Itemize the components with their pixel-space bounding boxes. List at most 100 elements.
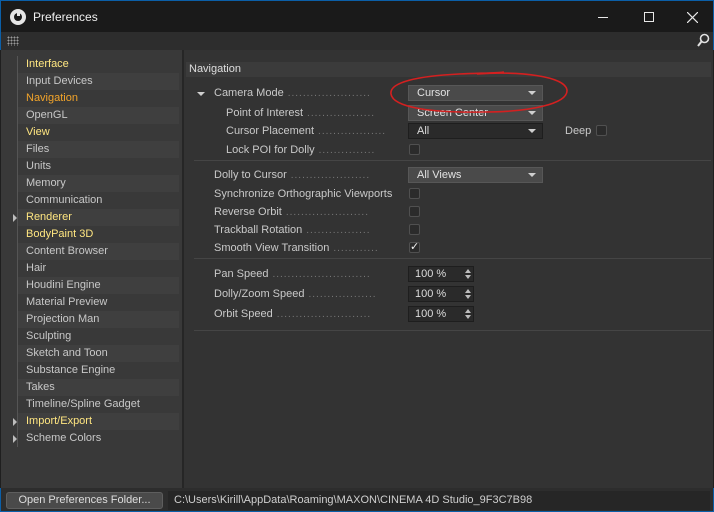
search-icon[interactable]	[697, 33, 710, 48]
sidebar-item-memory[interactable]: Memory	[17, 175, 179, 192]
sync-ortho-checkbox[interactable]	[409, 188, 420, 199]
dolly-speed-field[interactable]: 100 %	[408, 286, 474, 302]
sidebar-item-label: Timeline/Spline Gadget	[26, 398, 140, 410]
close-button[interactable]	[669, 1, 714, 33]
sidebar-item-communication[interactable]: Communication	[17, 192, 179, 209]
sidebar-item-label: Import/Export	[26, 415, 93, 427]
sidebar-item-sculpting[interactable]: Sculpting	[17, 328, 179, 345]
open-preferences-folder-button[interactable]: Open Preferences Folder...	[6, 492, 163, 509]
sidebar-item-interface[interactable]: Interface	[17, 56, 179, 73]
smooth-view-row: Smooth View Transition ............	[214, 242, 379, 254]
sidebar-item-label: Takes	[26, 381, 55, 393]
cursor-placement-dropdown[interactable]: All	[408, 123, 543, 139]
chevron-down-icon	[528, 129, 536, 133]
dolly-speed-row: Dolly/Zoom Speed ..................	[214, 288, 377, 300]
sidebar-item-label: Scheme Colors	[26, 432, 102, 444]
sidebar-item-bodypaint-3d[interactable]: BodyPaint 3D	[17, 226, 179, 243]
sidebar-item-label: Hair	[26, 262, 47, 274]
sidebar-item-label: Renderer	[26, 211, 72, 223]
expand-arrow-icon[interactable]	[13, 214, 17, 222]
sidebar-item-input-devices[interactable]: Input Devices	[17, 73, 179, 90]
group-divider	[194, 330, 711, 331]
sidebar-item-label: Houdini Engine	[26, 279, 101, 291]
sidebar: Interface Input Devices Navigation OpenGL Vi…	[1, 50, 182, 488]
sidebar-item-content-browser[interactable]: Content Browser	[17, 243, 179, 260]
grip-icon[interactable]	[7, 36, 19, 46]
deep-checkbox[interactable]	[596, 125, 607, 136]
sidebar-item-projection-man[interactable]: Projection Man	[17, 311, 179, 328]
sidebar-item-takes[interactable]: Takes	[17, 379, 179, 396]
expand-arrow-icon[interactable]	[13, 435, 17, 443]
checkmark-icon: ✓	[410, 241, 420, 253]
sidebar-item-label: Projection Man	[26, 313, 100, 325]
point-of-interest-dropdown[interactable]: Screen Center	[408, 105, 543, 121]
sidebar-item-material-preview[interactable]: Material Preview	[17, 294, 179, 311]
camera-mode-row: Camera Mode ......................	[214, 87, 371, 99]
cursor-placement-row: Cursor Placement ..................	[226, 125, 387, 137]
maximize-button[interactable]	[626, 1, 672, 33]
window-title: Preferences	[33, 9, 98, 24]
sidebar-item-units[interactable]: Units	[17, 158, 179, 175]
sidebar-item-substance-engine[interactable]: Substance Engine	[17, 362, 179, 379]
dolly-to-cursor-row: Dolly to Cursor .....................	[214, 169, 371, 181]
main-panel: Navigation Camera Mode .................…	[184, 50, 713, 488]
pan-speed-field[interactable]: 100 %	[408, 266, 474, 282]
orbit-speed-row: Orbit Speed .........................	[214, 308, 372, 320]
dolly-to-cursor-dropdown[interactable]: All Views	[408, 167, 543, 183]
panel-title: Navigation	[186, 62, 711, 77]
lock-poi-row: Lock POI for Dolly ...............	[226, 144, 376, 156]
chevron-down-icon	[528, 111, 536, 115]
sidebar-item-label: Communication	[26, 194, 103, 206]
sidebar-item-label: Material Preview	[26, 296, 108, 308]
sidebar-item-label: Units	[26, 160, 52, 172]
minimize-button[interactable]	[580, 1, 626, 33]
sidebar-item-label: Sculpting	[26, 330, 72, 342]
sidebar-item-label: OpenGL	[26, 109, 68, 121]
sync-ortho-row: Synchronize Orthographic Viewports	[214, 188, 393, 200]
sidebar-item-opengl[interactable]: OpenGL	[17, 107, 179, 124]
orbit-speed-field[interactable]: 100 %	[408, 306, 474, 322]
deep-label: Deep	[565, 125, 592, 137]
cinema4d-logo-icon	[10, 8, 26, 25]
sidebar-item-houdini-engine[interactable]: Houdini Engine	[17, 277, 179, 294]
lock-poi-checkbox[interactable]	[409, 144, 420, 155]
maximize-icon	[644, 12, 654, 22]
sidebar-item-label: View	[26, 126, 50, 138]
toolbar	[0, 32, 714, 50]
sidebar-item-label: Interface	[26, 58, 69, 70]
sidebar-item-view[interactable]: View	[17, 124, 179, 141]
sidebar-item-hair[interactable]: Hair	[17, 260, 179, 277]
sidebar-item-renderer[interactable]: Renderer	[13, 209, 179, 226]
preferences-path-field: C:\Users\Kirill\AppData\Roaming\MAXON\CI…	[168, 491, 710, 510]
group-divider	[194, 160, 711, 161]
smooth-view-checkbox[interactable]: ✓	[409, 242, 420, 253]
pan-speed-row: Pan Speed ..........................	[214, 268, 371, 280]
expand-arrow-icon[interactable]	[13, 418, 17, 426]
sidebar-item-files[interactable]: Files	[17, 141, 179, 158]
chevron-down-icon	[528, 91, 536, 95]
close-icon	[686, 11, 698, 23]
group-collapse-icon[interactable]	[197, 92, 205, 96]
reverse-orbit-row: Reverse Orbit ......................	[214, 206, 369, 218]
sidebar-item-import-export[interactable]: Import/Export	[13, 413, 179, 430]
reverse-orbit-checkbox[interactable]	[409, 206, 420, 217]
spinner-icon[interactable]	[465, 309, 471, 319]
status-bar: Open Preferences Folder... C:\Users\Kiri…	[0, 488, 714, 512]
sidebar-item-label: Sketch and Toon	[26, 347, 108, 359]
sidebar-item-label: Navigation	[26, 92, 78, 104]
sidebar-item-label: Files	[26, 143, 50, 155]
sidebar-item-timeline-spline-gadget[interactable]: Timeline/Spline Gadget	[17, 396, 179, 413]
sidebar-item-scheme-colors[interactable]: Scheme Colors	[13, 430, 179, 447]
sidebar-item-label: Memory	[26, 177, 66, 189]
sidebar-item-navigation[interactable]: Navigation	[17, 90, 179, 107]
title-bar: Preferences	[0, 0, 714, 32]
trackball-checkbox[interactable]	[409, 224, 420, 235]
spinner-icon[interactable]	[465, 289, 471, 299]
sidebar-item-label: Content Browser	[26, 245, 108, 257]
trackball-row: Trackball Rotation .................	[214, 224, 371, 236]
point-of-interest-row: Point of Interest ..................	[226, 107, 376, 119]
sidebar-item-label: Input Devices	[26, 75, 93, 87]
camera-mode-dropdown[interactable]: Cursor	[408, 85, 543, 101]
spinner-icon[interactable]	[465, 269, 471, 279]
sidebar-item-sketch-and-toon[interactable]: Sketch and Toon	[17, 345, 179, 362]
